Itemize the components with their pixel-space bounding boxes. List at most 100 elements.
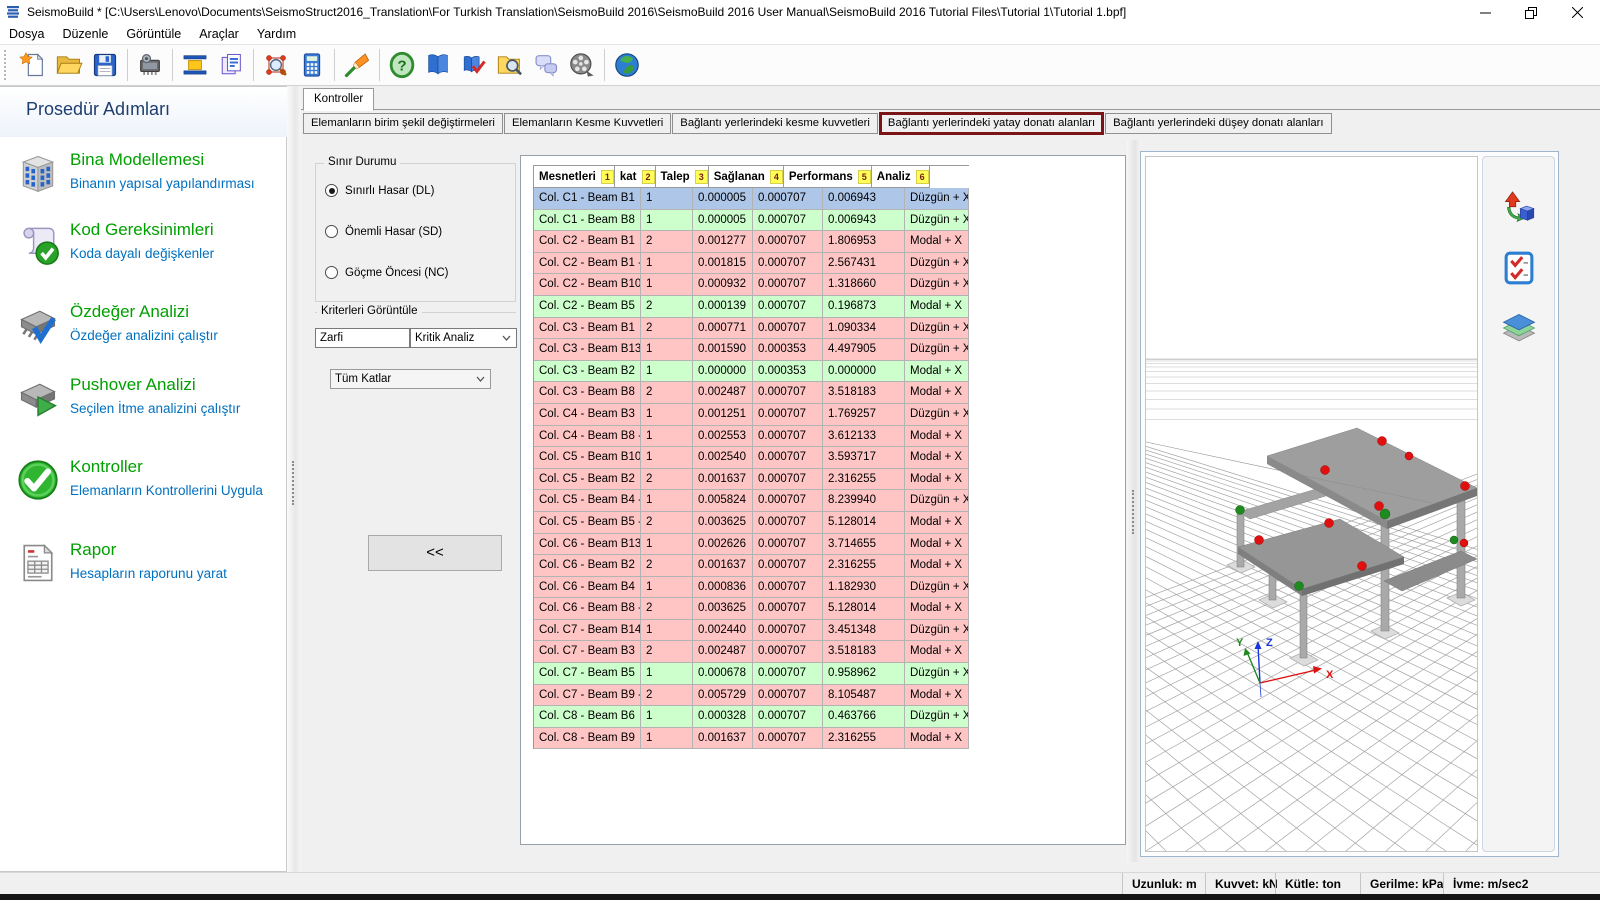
step-title: Pushover Analizi bbox=[70, 375, 196, 395]
column-header[interactable]: Analiz6 bbox=[872, 166, 930, 188]
subtab[interactable]: Elemanların birim şekil değiştirmeleri bbox=[303, 113, 503, 134]
title-bar: SeismoBuild * [C:\Users\Lenovo\Documents… bbox=[0, 0, 1600, 24]
search-folder-icon[interactable] bbox=[492, 47, 528, 83]
analysis-select[interactable]: Kritik Analiz bbox=[410, 328, 517, 348]
verification-book-icon[interactable] bbox=[456, 47, 492, 83]
minimize-button[interactable] bbox=[1462, 0, 1508, 24]
status-unit: Kütle: ton bbox=[1275, 873, 1360, 895]
table-row[interactable]: Col. C1 - Beam B8 1 0.000005 0.000707 0.… bbox=[534, 210, 969, 232]
toolbar-grip[interactable] bbox=[4, 50, 10, 80]
calculator-icon[interactable] bbox=[294, 47, 330, 83]
viewport-splitter[interactable] bbox=[1127, 140, 1140, 862]
limit-state-radio[interactable]: Sınırlı Hasar (DL) bbox=[325, 184, 434, 197]
table-row[interactable]: Col. C8 - Beam B6 1 0.000328 0.000707 0.… bbox=[534, 706, 969, 728]
deformed-shape-icon[interactable] bbox=[1501, 190, 1537, 226]
user-manual-icon[interactable] bbox=[420, 47, 456, 83]
sidebar-splitter[interactable] bbox=[287, 86, 301, 872]
table-row[interactable]: Col. C2 - Beam B10 1 0.000932 0.000707 1… bbox=[534, 274, 969, 296]
table-row[interactable]: Col. C2 - Beam B1 - 1 0.001815 0.000707 … bbox=[534, 253, 969, 275]
subtab[interactable]: Bağlantı yerlerindeki düşey donatı alanl… bbox=[1105, 113, 1331, 134]
table-row[interactable]: Col. C7 - Beam B5 1 0.000678 0.000707 0.… bbox=[534, 663, 969, 685]
table-row[interactable]: Col. C3 - Beam B13 1 0.001590 0.000353 4… bbox=[534, 339, 969, 361]
table-row[interactable]: Col. C3 - Beam B1 2 0.000771 0.000707 1.… bbox=[534, 318, 969, 340]
subtab[interactable]: Bağlantı yerlerindeki yatay donatı alanl… bbox=[879, 112, 1104, 135]
table-row[interactable]: Col. C3 - Beam B8 2 0.002487 0.000707 3.… bbox=[534, 382, 969, 404]
column-header[interactable]: Sağlanan4 bbox=[709, 166, 784, 188]
processor-settings-icon[interactable] bbox=[132, 47, 168, 83]
table-row[interactable]: Col. C8 - Beam B9 1 0.001637 0.000707 2.… bbox=[534, 728, 969, 750]
results-table-container: Mesnetleri1kat2Talep3Sağlanan4Performans… bbox=[520, 155, 1126, 845]
collapse-panel-button[interactable]: << bbox=[368, 535, 502, 571]
table-row[interactable]: Col. C3 - Beam B2 1 0.000000 0.000353 0.… bbox=[534, 361, 969, 383]
open-project-icon[interactable] bbox=[51, 47, 87, 83]
radio-circle-icon bbox=[325, 266, 338, 279]
sidebar-step-kod-gereksinimleri[interactable]: Kod Gereksinimleri Koda dayalı değişkenl… bbox=[10, 217, 278, 279]
table-row[interactable]: Col. C5 - Beam B4 - 1 0.005824 0.000707 … bbox=[534, 490, 969, 512]
table-row[interactable]: Col. C7 - Beam B14 1 0.002440 0.000707 3… bbox=[534, 620, 969, 642]
table-row[interactable]: Col. C6 - Beam B2 2 0.001637 0.000707 2.… bbox=[534, 555, 969, 577]
table-row[interactable]: Col. C7 - Beam B3 2 0.002487 0.000707 3.… bbox=[534, 641, 969, 663]
splitter-grip bbox=[1132, 490, 1137, 534]
limit-state-radio[interactable]: Göçme Öncesi (NC) bbox=[325, 266, 449, 279]
envelope-input[interactable]: Zarfi bbox=[315, 328, 410, 348]
table-row[interactable]: Col. C5 - Beam B5 - 2 0.003625 0.000707 … bbox=[534, 512, 969, 534]
tab-divider bbox=[301, 109, 1600, 110]
tab-kontroller[interactable]: Kontroller bbox=[303, 88, 374, 111]
sidebar-step-kontroller[interactable]: Kontroller Elemanların Kontrollerini Uyg… bbox=[10, 454, 278, 516]
element-checks-icon[interactable] bbox=[1501, 250, 1537, 286]
sidebar-step-ozdeger-analizi[interactable]: Özdeğer Analizi Özdeğer analizini çalışt… bbox=[10, 299, 278, 361]
procedure-sidebar: Prosedür Adımları Bina Modellemesi Binan… bbox=[0, 86, 287, 872]
eigenvalue-chip-icon bbox=[16, 301, 60, 349]
restore-button[interactable] bbox=[1508, 0, 1554, 24]
sidebar-step-rapor[interactable]: Rapor Hesapların raporunu yarat bbox=[10, 537, 278, 599]
column-header[interactable]: Mesnetleri1 bbox=[534, 166, 615, 188]
limit-state-radio[interactable]: Önemli Hasar (SD) bbox=[325, 225, 442, 238]
save-project-icon[interactable] bbox=[87, 47, 123, 83]
close-button[interactable] bbox=[1554, 0, 1600, 24]
table-row[interactable]: Col. C4 - Beam B3 1 0.001251 0.000707 1.… bbox=[534, 404, 969, 426]
status-unit: Gerilme: kPa bbox=[1360, 873, 1443, 895]
website-globe-icon[interactable] bbox=[609, 47, 645, 83]
floors-select[interactable]: Tüm Katlar bbox=[330, 369, 491, 389]
model-view-icon[interactable] bbox=[258, 47, 294, 83]
model-3d-viewport[interactable]: Z X Y bbox=[1145, 156, 1478, 852]
new-project-icon[interactable] bbox=[15, 47, 51, 83]
menu-bar: DosyaDüzenleGörüntüleAraçlarYardım bbox=[0, 24, 1600, 44]
column-header[interactable]: Talep3 bbox=[656, 166, 709, 188]
table-row[interactable]: Col. C6 - Beam B13 1 0.002626 0.000707 3… bbox=[534, 534, 969, 556]
table-row[interactable]: Col. C4 - Beam B8 - 1 0.002553 0.000707 … bbox=[534, 426, 969, 448]
table-row[interactable]: Col. C7 - Beam B9 - 2 0.005729 0.000707 … bbox=[534, 685, 969, 707]
table-row[interactable]: Col. C5 - Beam B2 2 0.001637 0.000707 2.… bbox=[534, 469, 969, 491]
toolbar-separator bbox=[379, 49, 380, 81]
building-report-icon[interactable] bbox=[213, 47, 249, 83]
column-header[interactable]: Performans5 bbox=[784, 166, 872, 188]
table-row[interactable]: Col. C2 - Beam B1 2 0.001277 0.000707 1.… bbox=[534, 231, 969, 253]
paintbrush-icon[interactable] bbox=[339, 47, 375, 83]
sidebar-step-pushover-analizi[interactable]: Pushover Analizi Seçilen İtme analizini … bbox=[10, 372, 278, 434]
help-icon[interactable]: ? bbox=[384, 47, 420, 83]
table-row[interactable]: Col. C6 - Beam B4 1 0.000836 0.000707 1.… bbox=[534, 577, 969, 599]
menu-item[interactable]: Düzenle bbox=[53, 24, 117, 44]
discussion-forum-icon[interactable] bbox=[528, 47, 564, 83]
criteria-label: Kriterleri Görüntüle bbox=[317, 305, 422, 317]
status-unit: Kuvvet: kN bbox=[1205, 873, 1275, 895]
frame-section-icon[interactable] bbox=[177, 47, 213, 83]
table-row[interactable]: Col. C6 - Beam B8 - 2 0.003625 0.000707 … bbox=[534, 598, 969, 620]
menu-item[interactable]: Yardım bbox=[248, 24, 305, 44]
table-row[interactable]: Col. C1 - Beam B1 1 0.000005 0.000707 0.… bbox=[534, 188, 969, 210]
step-subtitle: Koda dayalı değişkenler bbox=[70, 246, 214, 261]
menu-item[interactable]: Dosya bbox=[0, 24, 53, 44]
window-title: SeismoBuild * [C:\Users\Lenovo\Documents… bbox=[27, 0, 1126, 24]
toolbar-separator bbox=[172, 49, 173, 81]
sidebar-step-bina-modellemesi[interactable]: Bina Modellemesi Binanın yapısal yapılan… bbox=[10, 147, 278, 209]
subtab[interactable]: Elemanların Kesme Kuvvetleri bbox=[504, 113, 671, 134]
menu-item[interactable]: Araçlar bbox=[190, 24, 248, 44]
video-tutorial-icon[interactable] bbox=[564, 47, 600, 83]
layers-icon[interactable] bbox=[1501, 310, 1537, 346]
subtab[interactable]: Bağlantı yerlerindeki kesme kuvvetleri bbox=[672, 113, 878, 134]
table-row[interactable]: Col. C2 - Beam B5 2 0.000139 0.000707 0.… bbox=[534, 296, 969, 318]
menu-item[interactable]: Görüntüle bbox=[117, 24, 190, 44]
chevron-down-icon bbox=[502, 335, 511, 341]
table-row[interactable]: Col. C5 - Beam B10 1 0.002540 0.000707 3… bbox=[534, 447, 969, 469]
column-header[interactable]: kat2 bbox=[615, 166, 656, 188]
